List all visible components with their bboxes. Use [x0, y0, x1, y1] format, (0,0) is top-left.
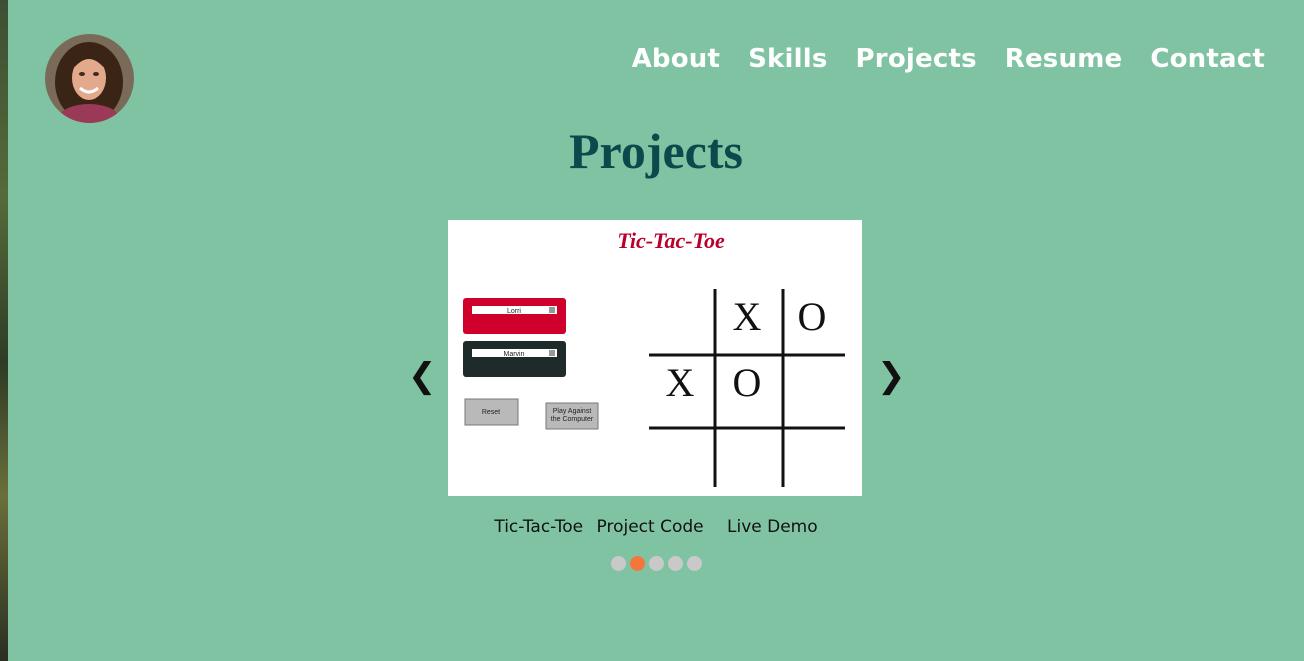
player2-name: Marvin	[503, 351, 524, 358]
carousel-dot[interactable]	[686, 556, 702, 571]
play-computer-label: Play Against the Computer	[551, 408, 594, 423]
nav-skills[interactable]: Skills	[748, 44, 827, 74]
avatar	[45, 34, 134, 123]
avatar-portrait	[45, 34, 134, 123]
carousel-next-icon[interactable]: ❯	[877, 356, 906, 396]
nav-projects[interactable]: Projects	[856, 44, 977, 74]
project-name: Tic-Tac-Toe	[494, 517, 584, 537]
nav-contact[interactable]: Contact	[1150, 44, 1265, 74]
carousel-dot[interactable]	[648, 556, 664, 571]
nav-resume[interactable]: Resume	[1005, 44, 1123, 74]
board-cell-mark: O	[798, 294, 827, 339]
page: About Skills Projects Resume Contact Pro…	[8, 0, 1304, 661]
screenshot-title: Tic-Tac-Toe	[617, 228, 725, 253]
project-code-link[interactable]: Project Code	[597, 517, 704, 537]
carousel-dot[interactable]	[667, 556, 683, 571]
player1-name: Lorri	[507, 308, 521, 315]
main-nav: About Skills Projects Resume Contact	[632, 44, 1265, 74]
player1-panel	[463, 298, 566, 334]
project-caption: Tic-Tac-Toe Project Code Live Demo	[8, 517, 1304, 537]
background-edge	[0, 0, 8, 661]
board-cell-mark: O	[733, 360, 762, 405]
board-cell-mark: X	[733, 294, 762, 339]
carousel-prev-icon[interactable]: ❮	[408, 356, 437, 396]
carousel-dot[interactable]	[610, 556, 626, 571]
project-slide-image[interactable]: Tic-Tac-Toe Lorri Marvin Reset Play Agai…	[448, 220, 862, 496]
carousel-dot[interactable]	[629, 556, 645, 571]
player2-panel	[463, 341, 566, 377]
board-cell-mark: X	[666, 360, 695, 405]
carousel-indicators	[8, 556, 1304, 571]
reset-label: Reset	[482, 409, 500, 416]
board-marks: X OX O	[666, 294, 827, 405]
tictactoe-screenshot: Tic-Tac-Toe Lorri Marvin Reset Play Agai…	[463, 228, 845, 487]
nav-about[interactable]: About	[632, 44, 721, 74]
page-title: Projects	[569, 123, 743, 179]
live-demo-link[interactable]: Live Demo	[727, 517, 818, 537]
